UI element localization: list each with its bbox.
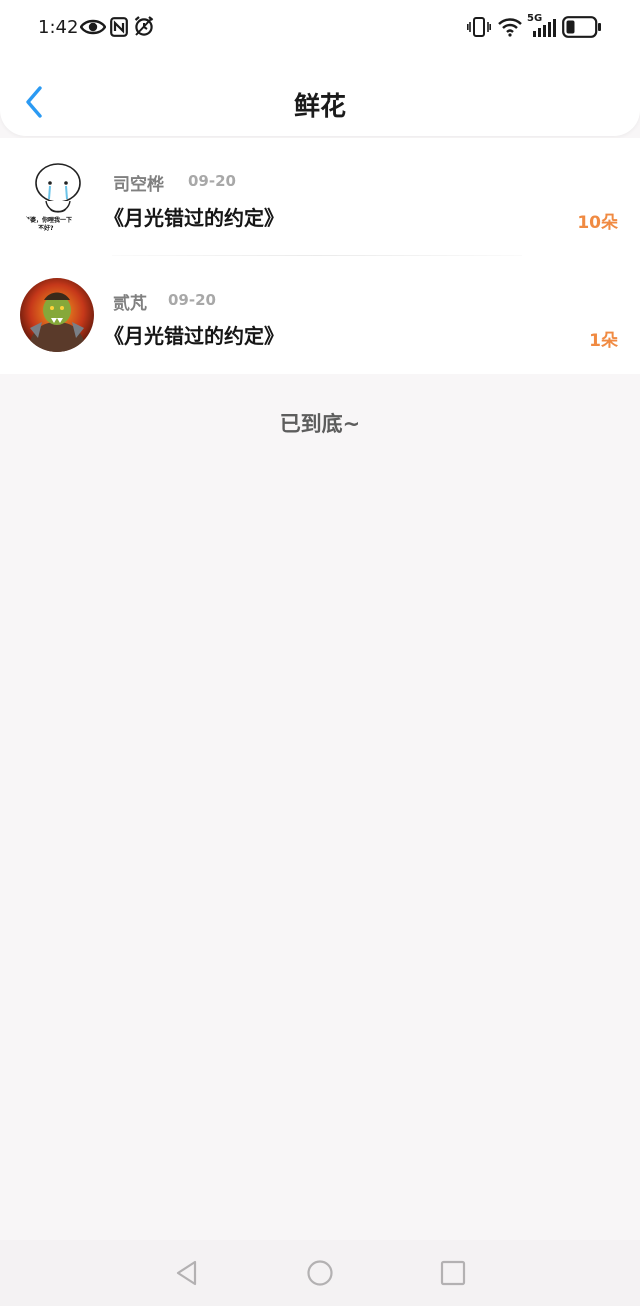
status-time: 1:42 [38,17,79,38]
flower-count: 10朵 [577,213,618,233]
page-title: 鲜花 [293,92,346,122]
header: 1:42 5G 鲜花 [0,0,640,136]
signal-5g-icon: 5G [527,13,557,39]
flower-count: 1朵 [589,331,618,351]
vibrate-icon [467,17,491,37]
work-title[interactable]: 《月光错过的约定》 [104,320,284,349]
list-item[interactable]: 贰芃 09-20 《月光错过的约定》 1朵 [0,256,640,374]
warrior-avatar-image [20,278,94,352]
avatar-caption: 不好? [38,225,54,232]
alarm-icon [134,16,154,36]
list-end-text: 已到底~ [279,412,361,436]
user-name[interactable]: 司空桦 [113,170,164,195]
back-triangle-icon[interactable] [172,1258,202,1288]
system-navigation-bar [0,1240,640,1306]
nfc-icon [110,17,128,37]
flower-record-list: 老婆，你哩我一下 不好? 司空桦 09-20 《月光错过的约定》 10朵 贰芃 … [0,138,640,374]
work-title[interactable]: 《月光错过的约定》 [104,202,284,231]
avatar: 老婆，你哩我一下 不好? [20,159,94,233]
date: 09-20 [168,291,216,309]
recents-square-icon[interactable] [438,1258,468,1288]
battery-icon [562,16,601,38]
wifi-icon [498,18,522,37]
home-circle-icon[interactable] [305,1258,335,1288]
date: 09-20 [188,172,236,190]
list-item[interactable]: 老婆，你哩我一下 不好? 司空桦 09-20 《月光错过的约定》 10朵 [0,138,640,256]
eye-icon [80,19,106,35]
user-name[interactable]: 贰芃 [113,289,147,314]
status-bar: 1:42 5G [0,0,640,56]
avatar [20,278,94,352]
